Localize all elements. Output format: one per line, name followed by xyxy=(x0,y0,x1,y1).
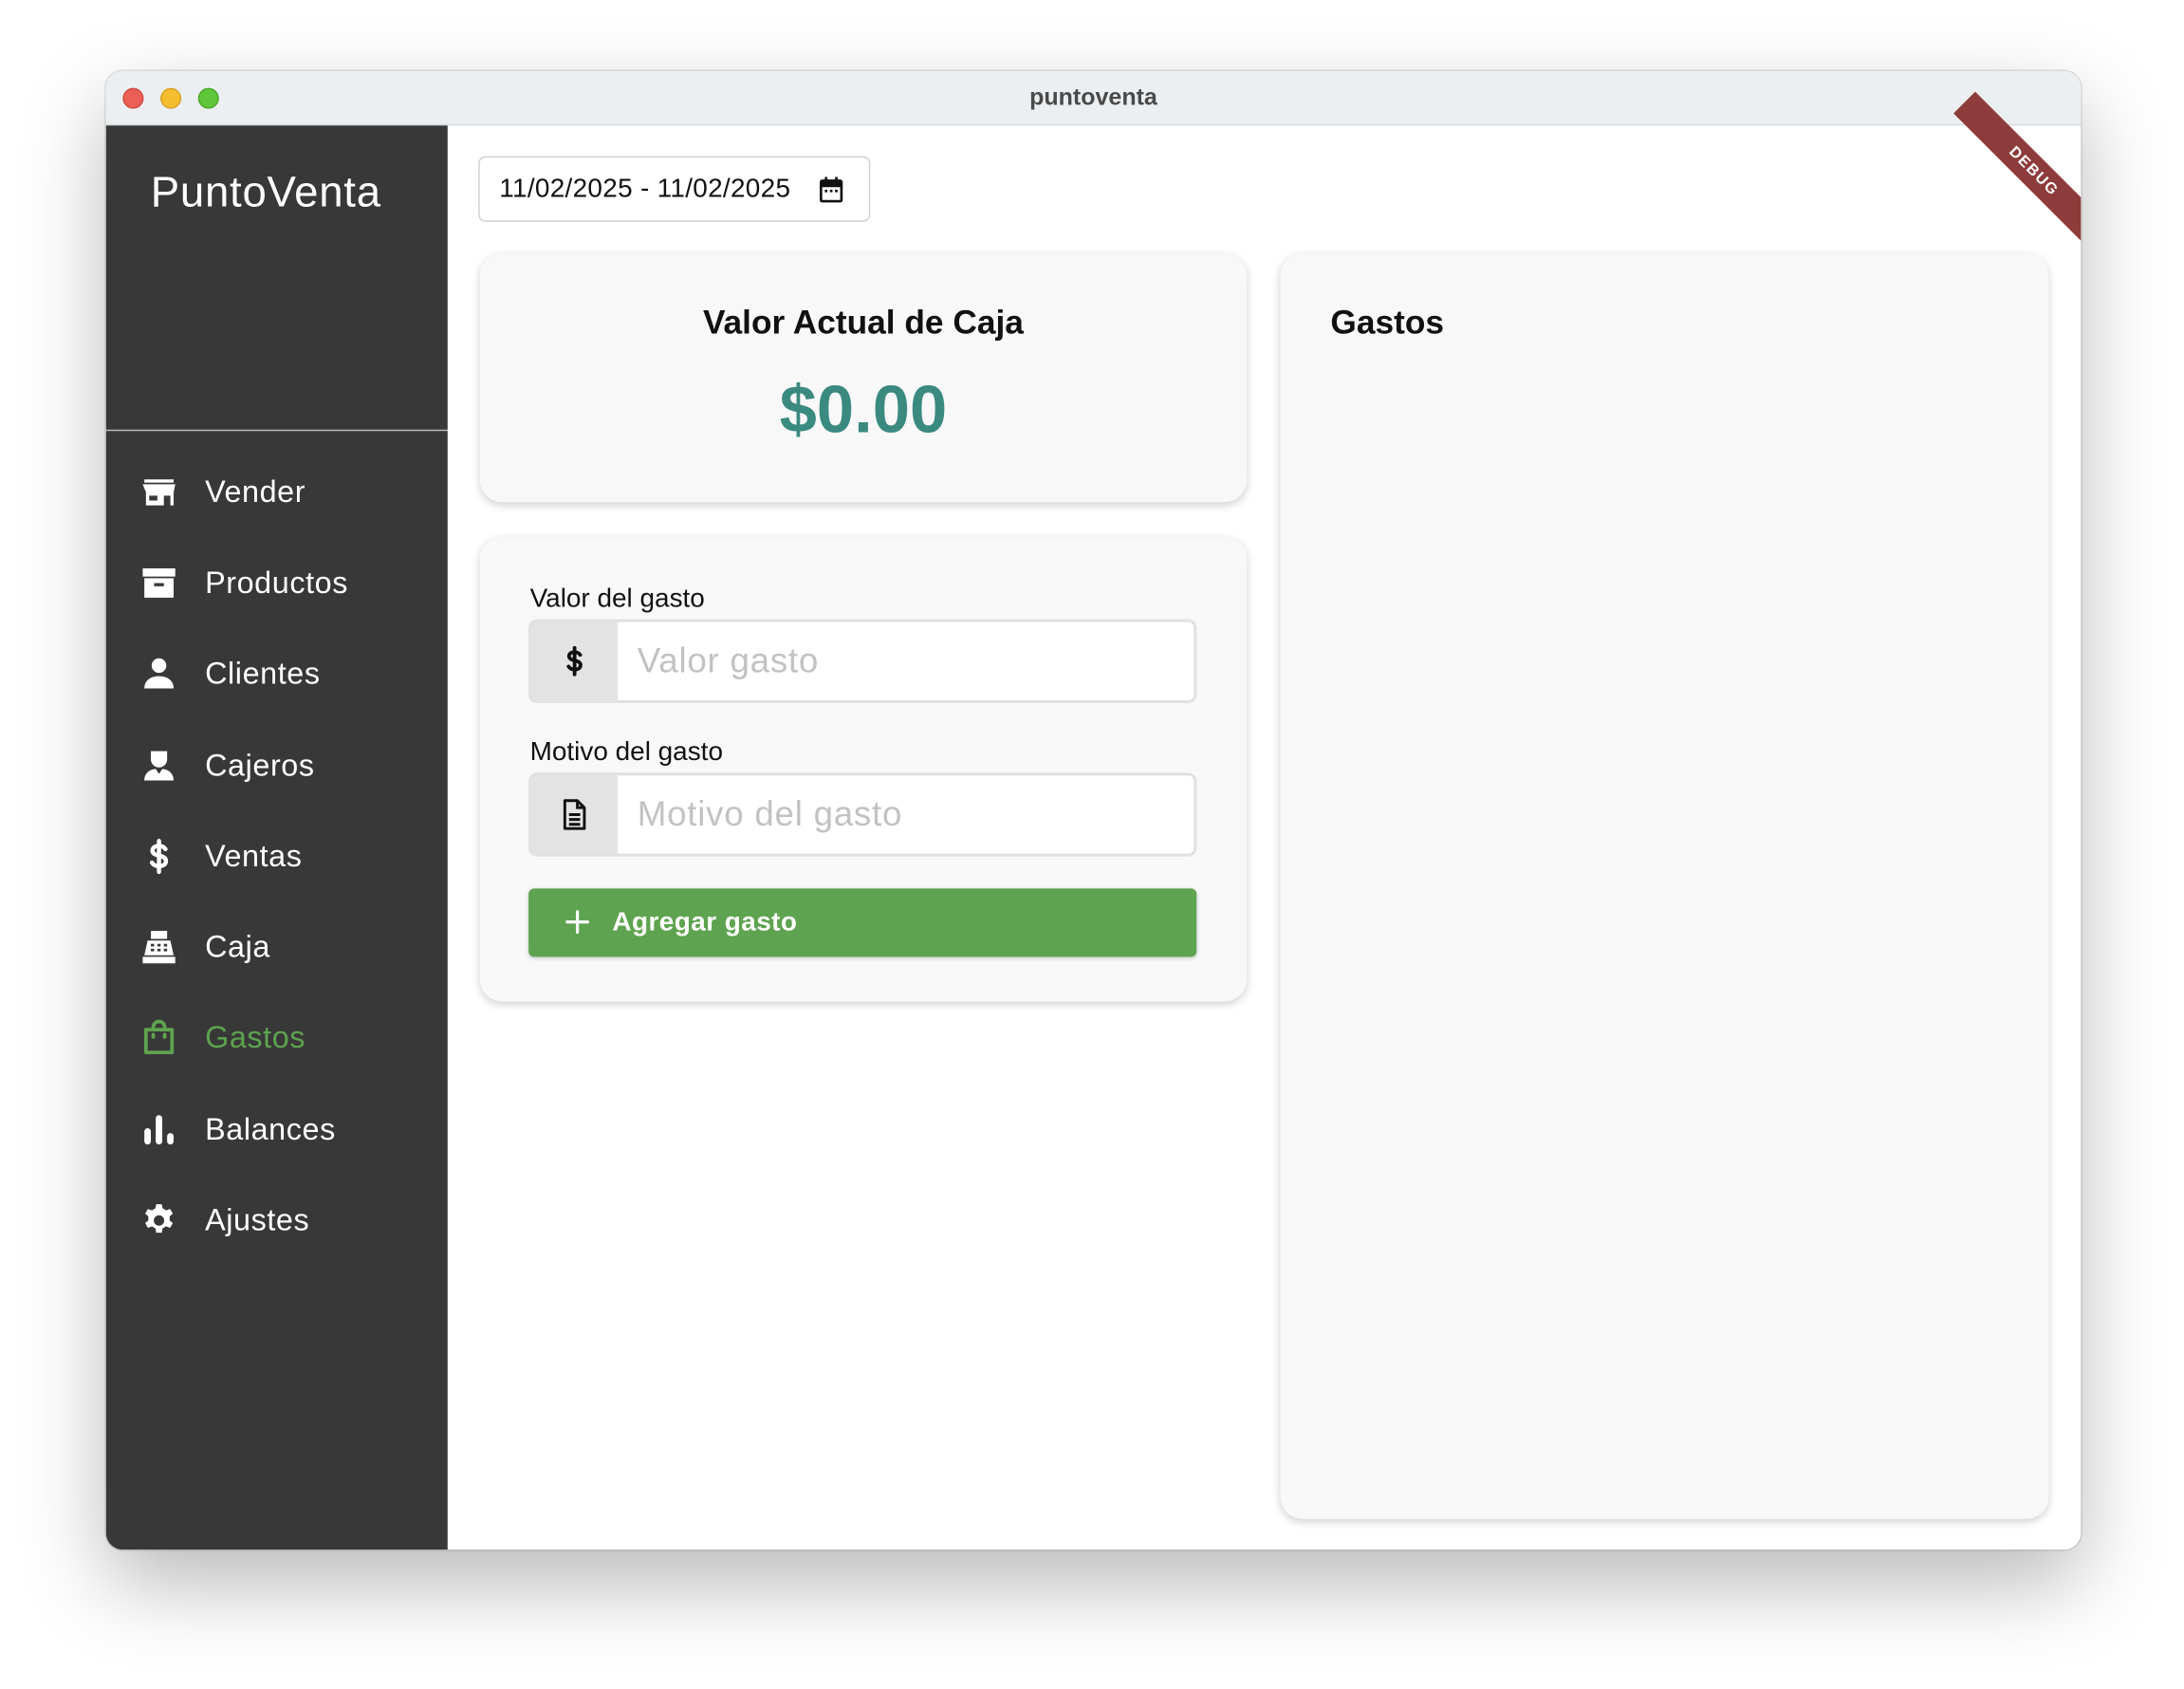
date-range-picker[interactable]: 11/02/2025 - 11/02/2025 xyxy=(478,156,871,222)
window-title: puntoventa xyxy=(1029,84,1157,111)
app-window: puntoventa PuntoVenta Vender Productos C… xyxy=(105,70,2082,1550)
sidebar-item-label: Clientes xyxy=(205,656,321,691)
app-brand: PuntoVenta xyxy=(150,167,381,216)
sidebar-item-label: Ventas xyxy=(205,838,303,873)
dollar-icon xyxy=(139,837,178,876)
store-icon xyxy=(139,473,178,511)
dollar-icon xyxy=(531,622,619,700)
title-bar: puntoventa xyxy=(105,70,2082,126)
expense-reason-field xyxy=(528,772,1197,857)
sidebar-item-vender[interactable]: Vender xyxy=(106,446,448,537)
sidebar-item-label: Vender xyxy=(205,473,306,510)
sidebar-item-label: Gastos xyxy=(205,1020,306,1055)
cash-value-card: Valor Actual de Caja $0.00 xyxy=(479,253,1248,503)
sidebar-item-productos[interactable]: Productos xyxy=(106,537,448,628)
expenses-title: Gastos xyxy=(1330,304,1445,343)
cash-value-amount: $0.00 xyxy=(779,373,948,448)
cash-value-title: Valor Actual de Caja xyxy=(702,304,1024,343)
document-icon xyxy=(531,775,619,854)
sidebar-item-ajustes[interactable]: Ajustes xyxy=(106,1175,448,1266)
expense-form-card: Valor del gasto Motivo del gasto xyxy=(479,536,1248,1002)
bar-chart-icon xyxy=(139,1110,178,1149)
sidebar-item-label: Ajustes xyxy=(205,1202,310,1237)
person-icon xyxy=(139,655,178,694)
add-expense-label: Agregar gasto xyxy=(612,907,798,937)
sidebar-item-ventas[interactable]: Ventas xyxy=(106,810,448,901)
sidebar-item-label: Balances xyxy=(205,1111,336,1146)
shopping-bag-icon xyxy=(139,1019,178,1058)
sidebar-item-gastos[interactable]: Gastos xyxy=(106,993,448,1084)
add-expense-button[interactable]: Agregar gasto xyxy=(528,888,1197,957)
expense-amount-field xyxy=(528,619,1197,703)
expense-amount-label: Valor del gasto xyxy=(529,584,705,614)
sidebar-item-label: Cajeros xyxy=(205,747,315,782)
sidebar: PuntoVenta Vender Productos Clientes Caj… xyxy=(105,125,448,1550)
sidebar-item-label: Caja xyxy=(205,929,270,964)
plus-icon xyxy=(565,910,589,935)
main-content: DEBUG 11/02/2025 - 11/02/2025 Valor Actu… xyxy=(447,91,2082,1550)
expense-reason-input[interactable] xyxy=(618,775,1194,854)
expenses-list-card: Gastos xyxy=(1280,253,2049,1519)
sidebar-divider xyxy=(105,429,448,432)
sidebar-item-cajeros[interactable]: Cajeros xyxy=(106,719,448,810)
sidebar-item-balances[interactable]: Balances xyxy=(106,1084,448,1175)
cashier-person-icon xyxy=(139,746,178,785)
archive-box-icon xyxy=(139,564,178,603)
sidebar-item-clientes[interactable]: Clientes xyxy=(106,628,448,719)
cash-register-icon xyxy=(139,928,178,967)
expense-reason-label: Motivo del gasto xyxy=(529,737,723,768)
gear-icon xyxy=(139,1201,178,1240)
expense-amount-input[interactable] xyxy=(618,622,1194,700)
sidebar-nav: Vender Productos Clientes Cajeros Ventas… xyxy=(106,446,448,1266)
sidebar-item-caja[interactable]: Caja xyxy=(106,901,448,993)
sidebar-item-label: Productos xyxy=(205,565,348,601)
calendar-icon[interactable] xyxy=(816,175,846,205)
date-range-text: 11/02/2025 - 11/02/2025 xyxy=(499,174,791,203)
